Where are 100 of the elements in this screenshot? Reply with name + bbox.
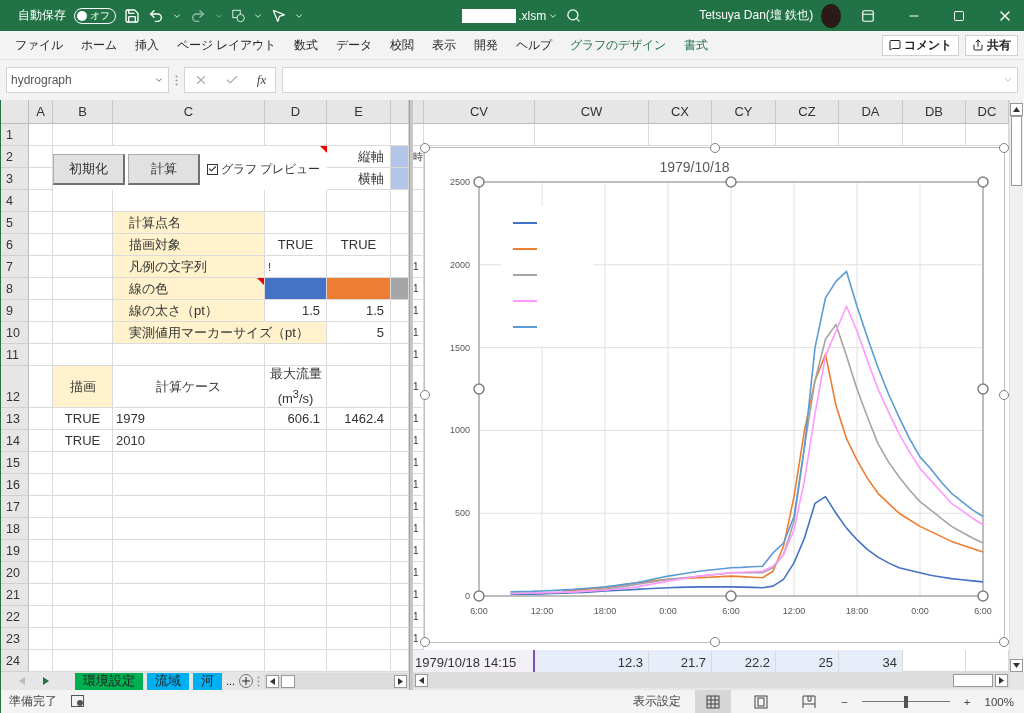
- row-header[interactable]: 9: [1, 300, 29, 322]
- avatar[interactable]: [821, 3, 841, 28]
- row-header[interactable]: 20: [1, 562, 29, 584]
- ribbon-tab[interactable]: ページ レイアウト: [168, 36, 286, 54]
- row-header[interactable]: 22: [1, 606, 29, 628]
- row-header[interactable]: 19: [1, 540, 29, 562]
- cell[interactable]: 1979: [113, 408, 265, 430]
- empty-cell[interactable]: [265, 628, 327, 650]
- cell[interactable]: 606.1: [265, 408, 327, 430]
- empty-cell[interactable]: [53, 628, 113, 650]
- more-tabs-button[interactable]: ...: [226, 675, 236, 687]
- empty-cell[interactable]: [535, 124, 649, 146]
- save-icon[interactable]: [124, 7, 140, 24]
- cell[interactable]: 線の色: [113, 278, 265, 300]
- ribbon-tab[interactable]: 開発: [465, 36, 508, 54]
- empty-cell[interactable]: [113, 628, 265, 650]
- empty-cell[interactable]: [265, 518, 327, 540]
- empty-cell[interactable]: [113, 474, 265, 496]
- select-all-corner[interactable]: [1, 100, 29, 124]
- row-header[interactable]: 17: [1, 496, 29, 518]
- redo-icon[interactable]: [190, 7, 206, 24]
- row-header[interactable]: 6: [1, 234, 29, 256]
- empty-cell[interactable]: [265, 496, 327, 518]
- scroll-down-button[interactable]: [1010, 659, 1023, 672]
- cell[interactable]: 1462.4: [327, 408, 391, 430]
- empty-cell[interactable]: [265, 606, 327, 628]
- empty-cell[interactable]: [839, 124, 903, 146]
- sheet-tab[interactable]: 河: [193, 672, 222, 690]
- ribbon-tab[interactable]: ホーム: [72, 36, 126, 54]
- cell[interactable]: 1979/10/18 14:15: [413, 650, 535, 672]
- resize-handle[interactable]: [725, 176, 737, 188]
- empty-cell[interactable]: [327, 452, 391, 474]
- row-header[interactable]: 8: [1, 278, 29, 300]
- cell[interactable]: 25: [776, 650, 839, 672]
- color-cell[interactable]: [265, 278, 327, 300]
- empty-cell[interactable]: [113, 606, 265, 628]
- row-header[interactable]: 11: [1, 344, 29, 366]
- empty-cell[interactable]: [327, 190, 391, 212]
- cell[interactable]: 線の太さ（pt）: [113, 300, 265, 322]
- form-button[interactable]: 初期化: [53, 153, 125, 185]
- formula-input[interactable]: [282, 67, 1018, 93]
- cell[interactable]: 34: [839, 650, 903, 672]
- shapes-icon[interactable]: [232, 7, 246, 24]
- empty-cell[interactable]: [265, 124, 327, 146]
- empty-cell[interactable]: [113, 452, 265, 474]
- scrollbar-thumb[interactable]: [953, 673, 993, 687]
- empty-cell[interactable]: [113, 124, 265, 146]
- empty-cell[interactable]: [53, 452, 113, 474]
- empty-cell[interactable]: [113, 496, 265, 518]
- empty-cell[interactable]: [113, 584, 265, 606]
- resize-handle[interactable]: [977, 176, 989, 188]
- ribbon-tab[interactable]: 表示: [423, 36, 466, 54]
- empty-cell[interactable]: [265, 190, 327, 212]
- cell[interactable]: 計算点名: [113, 212, 265, 234]
- ribbon-tab[interactable]: 書式: [675, 36, 718, 54]
- empty-cell[interactable]: [53, 562, 113, 584]
- cell[interactable]: 22.2: [712, 650, 776, 672]
- enter-icon[interactable]: [225, 73, 240, 87]
- row-header[interactable]: 21: [1, 584, 29, 606]
- resize-handle[interactable]: [977, 590, 989, 602]
- row-header[interactable]: 14: [1, 430, 29, 452]
- ribbon-tab[interactable]: グラフのデザイン: [561, 36, 676, 54]
- scrollbar-thumb[interactable]: [1011, 116, 1022, 186]
- empty-cell[interactable]: [53, 190, 113, 212]
- cell[interactable]: TRUE: [327, 234, 391, 256]
- empty-cell[interactable]: [265, 344, 327, 366]
- empty-cell[interactable]: [327, 496, 391, 518]
- pointer-icon[interactable]: [271, 8, 287, 23]
- cell[interactable]: 描画対象: [113, 234, 265, 256]
- resize-handle[interactable]: [420, 390, 430, 400]
- column-header[interactable]: C: [113, 100, 265, 124]
- cell[interactable]: TRUE: [53, 408, 113, 430]
- column-header[interactable]: [391, 100, 409, 124]
- sheet-tab[interactable]: 流域: [147, 672, 189, 690]
- row-header[interactable]: 13: [1, 408, 29, 430]
- insert-function-button[interactable]: fx: [256, 72, 267, 88]
- cell[interactable]: TRUE: [53, 430, 113, 452]
- column-header[interactable]: [413, 100, 424, 124]
- row-header[interactable]: 24: [1, 650, 29, 672]
- column-header[interactable]: A: [29, 100, 53, 124]
- row-header[interactable]: 15: [1, 452, 29, 474]
- row-header[interactable]: 10: [1, 322, 29, 344]
- empty-cell[interactable]: [776, 124, 839, 146]
- cell[interactable]: 5: [327, 322, 391, 344]
- column-header[interactable]: CW: [535, 100, 649, 124]
- row-header[interactable]: 1: [1, 124, 29, 146]
- empty-cell[interactable]: [53, 474, 113, 496]
- color-cell[interactable]: [391, 168, 409, 190]
- search-icon[interactable]: [566, 8, 582, 23]
- row-header[interactable]: 3: [1, 168, 29, 190]
- ribbon-tab[interactable]: 校閲: [381, 36, 424, 54]
- resize-handle[interactable]: [709, 143, 720, 153]
- row-header[interactable]: 5: [1, 212, 29, 234]
- empty-cell[interactable]: [113, 540, 265, 562]
- ribbon-tab[interactable]: ファイル: [6, 36, 72, 54]
- row-header[interactable]: 23: [1, 628, 29, 650]
- sheet-tab[interactable]: 環境設定: [75, 672, 143, 690]
- column-header[interactable]: DA: [839, 100, 903, 124]
- row-header[interactable]: 2: [1, 146, 29, 168]
- empty-cell[interactable]: [327, 606, 391, 628]
